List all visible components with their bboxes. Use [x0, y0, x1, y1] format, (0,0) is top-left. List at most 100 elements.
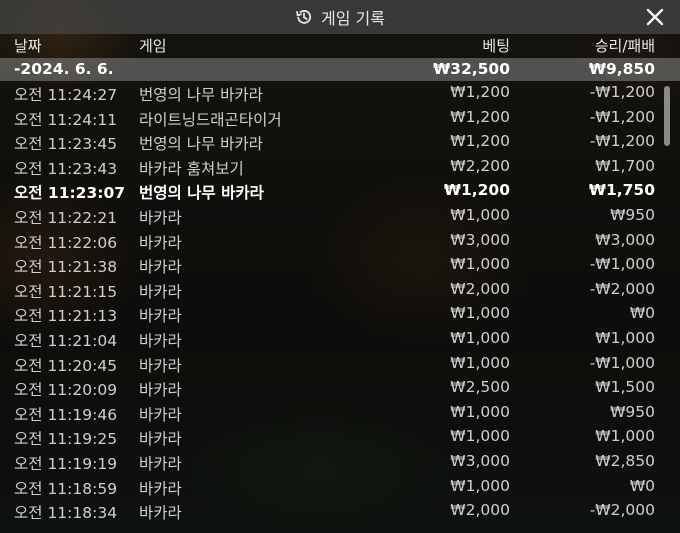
row-bet: ₩2,000 [450, 279, 510, 298]
row-game: 바카라 훔쳐보기 [139, 159, 244, 178]
row-game: 바카라 [139, 258, 182, 277]
table-row[interactable]: 오전 11:23:43 바카라 훔쳐보기 ₩2,200 ₩1,700 [0, 155, 680, 180]
row-bet: ₩1,000 [450, 304, 510, 323]
table-row[interactable]: 오전 11:21:15 바카라 ₩2,000 -₩2,000 [0, 278, 680, 303]
close-icon [646, 8, 664, 26]
row-game: 바카라 [139, 208, 182, 227]
row-time: 오전 11:24:11 [14, 110, 118, 129]
row-game: 바카라 [139, 307, 182, 326]
table-row-highlighted[interactable]: 오전 11:23:07 번영의 나무 바카라 ₩1,200 ₩1,750 [0, 179, 680, 204]
row-bet: ₩1,000 [450, 427, 510, 446]
row-winloss: -₩2,000 [589, 279, 655, 298]
row-winloss: -₩2,000 [589, 501, 655, 520]
column-headers: 날짜 게임 베팅 승리/패배 [0, 34, 680, 58]
dialog-header: 게임 기록 [0, 0, 680, 34]
row-bet: ₩1,000 [450, 328, 510, 347]
row-winloss: ₩2,850 [595, 451, 655, 470]
row-bet: ₩1,200 [450, 107, 510, 126]
row-game: 바카라 [139, 331, 182, 350]
row-winloss: ₩1,700 [595, 156, 655, 175]
row-bet: ₩2,000 [450, 501, 510, 520]
table-row[interactable]: 오전 11:21:04 바카라 ₩1,000 ₩1,000 [0, 327, 680, 352]
row-time: 오전 11:21:13 [14, 307, 118, 326]
table-row[interactable]: 오전 11:24:11 라이트닝드래곤타이거 ₩1,200 -₩1,200 [0, 106, 680, 131]
row-time: 오전 11:23:45 [14, 135, 118, 154]
row-time: 오전 11:19:25 [14, 430, 118, 449]
row-winloss: ₩950 [610, 402, 655, 421]
row-game: 바카라 [139, 381, 182, 400]
row-time: 오전 11:18:59 [14, 479, 118, 498]
row-winloss: ₩1,750 [588, 181, 655, 200]
column-header-winloss[interactable]: 승리/패배 [595, 35, 655, 56]
table-row[interactable]: 오전 11:24:27 번영의 나무 바카라 ₩1,200 -₩1,200 [0, 81, 680, 106]
table-row[interactable]: 오전 11:22:06 바카라 ₩3,000 ₩3,000 [0, 229, 680, 254]
history-icon [295, 8, 313, 26]
row-time: 오전 11:22:21 [14, 208, 118, 227]
column-header-game[interactable]: 게임 [139, 35, 167, 56]
table-row[interactable]: 오전 11:21:13 바카라 ₩1,000 ₩0 [0, 302, 680, 327]
row-game: 번영의 나무 바카라 [139, 184, 264, 203]
row-game: 바카라 [139, 233, 182, 252]
row-bet: ₩1,000 [450, 353, 510, 372]
date-group-label: -2024. 6. 6. [14, 60, 114, 78]
row-game: 바카라 [139, 356, 182, 375]
row-game: 바카라 [139, 430, 182, 449]
table-row[interactable]: 오전 11:21:38 바카라 ₩1,000 -₩1,000 [0, 253, 680, 278]
row-game: 바카라 [139, 479, 182, 498]
date-group-bet-total: ₩32,500 [433, 60, 510, 78]
row-bet: ₩1,000 [450, 402, 510, 421]
table-row[interactable]: 오전 11:20:09 바카라 ₩2,500 ₩1,500 [0, 376, 680, 401]
row-bet: ₩1,200 [443, 181, 510, 200]
row-time: 오전 11:20:45 [14, 356, 118, 375]
row-game: 번영의 나무 바카라 [139, 135, 263, 154]
table-row[interactable]: 오전 11:18:59 바카라 ₩1,000 ₩0 [0, 475, 680, 500]
row-time: 오전 11:24:27 [14, 86, 118, 104]
row-time: 오전 11:19:46 [14, 405, 118, 424]
row-bet: ₩1,200 [450, 132, 510, 151]
row-game: 바카라 [139, 282, 182, 301]
table-row[interactable]: 오전 11:19:46 바카라 ₩1,000 ₩950 [0, 401, 680, 426]
row-time: 오전 11:19:19 [14, 454, 118, 473]
dialog-title: 게임 기록 [321, 9, 385, 28]
table-row[interactable]: 오전 11:19:25 바카라 ₩1,000 ₩1,000 [0, 425, 680, 450]
column-header-bet[interactable]: 베팅 [482, 35, 510, 56]
date-group-winloss-total: ₩9,850 [588, 60, 655, 78]
title-wrap: 게임 기록 [295, 5, 385, 29]
row-time: 오전 11:21:38 [14, 258, 118, 277]
table-row[interactable]: 오전 11:22:21 바카라 ₩1,000 ₩950 [0, 204, 680, 229]
row-game: 바카라 [139, 405, 182, 424]
row-time: 오전 11:21:04 [14, 331, 118, 350]
row-game: 바카라 [139, 504, 182, 523]
row-game: 라이트닝드래곤타이거 [139, 110, 282, 129]
table-row[interactable]: 오전 11:23:45 번영의 나무 바카라 ₩1,200 -₩1,200 [0, 130, 680, 155]
row-bet: ₩3,000 [450, 451, 510, 470]
column-header-date[interactable]: 날짜 [14, 35, 42, 56]
row-winloss: ₩0 [629, 476, 655, 495]
row-winloss: ₩3,000 [595, 230, 655, 249]
row-bet: ₩3,000 [450, 230, 510, 249]
row-bet: ₩1,000 [450, 255, 510, 274]
row-game: 번영의 나무 바카라 [139, 86, 263, 104]
row-bet: ₩1,000 [450, 476, 510, 495]
row-bet: ₩1,200 [450, 83, 510, 101]
row-winloss: -₩1,200 [589, 132, 655, 151]
row-winloss: -₩1,000 [589, 353, 655, 372]
table-row[interactable]: 오전 11:18:34 바카라 ₩2,000 -₩2,000 [0, 499, 680, 524]
history-table: -2024. 6. 6. ₩32,500 ₩9,850 오전 11:24:27 번… [0, 58, 680, 524]
row-bet: ₩2,200 [450, 156, 510, 175]
row-bet: ₩2,500 [450, 378, 510, 397]
scrollbar[interactable] [664, 86, 670, 146]
row-winloss: -₩1,200 [589, 83, 655, 101]
row-time: 오전 11:20:09 [14, 381, 118, 400]
table-row[interactable]: 오전 11:20:45 바카라 ₩1,000 -₩1,000 [0, 352, 680, 377]
close-button[interactable] [644, 6, 666, 28]
row-winloss: ₩0 [629, 304, 655, 323]
row-bet: ₩1,000 [450, 205, 510, 224]
row-winloss: ₩1,000 [595, 427, 655, 446]
date-group-row[interactable]: -2024. 6. 6. ₩32,500 ₩9,850 [0, 58, 680, 81]
row-time: 오전 11:23:43 [14, 159, 118, 178]
row-winloss: -₩1,200 [589, 107, 655, 126]
table-row[interactable]: 오전 11:19:19 바카라 ₩3,000 ₩2,850 [0, 450, 680, 475]
row-winloss: ₩950 [610, 205, 655, 224]
row-time: 오전 11:22:06 [14, 233, 118, 252]
